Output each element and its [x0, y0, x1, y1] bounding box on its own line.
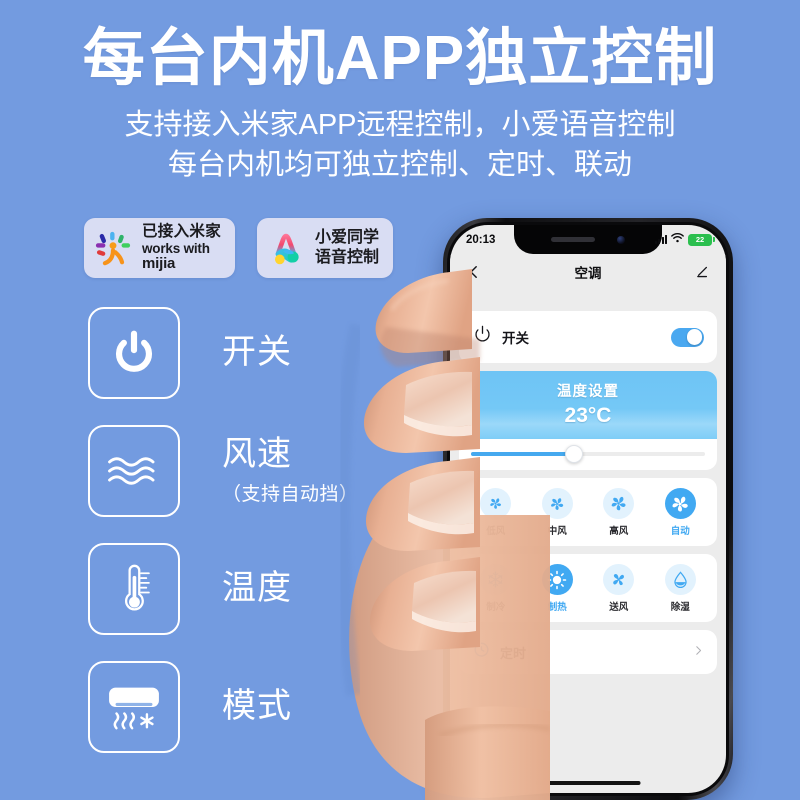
feature-fanspeed-note: （支持自动挡） — [222, 484, 359, 506]
hero-subtitle-line-1: 支持接入米家APP远程控制，小爱语音控制 — [124, 108, 676, 141]
app-content: 开关 温度设置 23°C 低风 中风 高风 自动 制冷 制热 送风 除湿 定时 — [450, 311, 726, 674]
toggle-knob — [686, 329, 703, 345]
badge-xiaoai-line2: 语音控制 — [315, 249, 380, 266]
feature-mode: 模式 — [88, 657, 359, 757]
smartphone-mockup: 20:13 22 空调 开关 温度设置 23°C 低风 中风 高风 自动 制冷 … — [443, 218, 733, 800]
fan-high-icon — [603, 488, 635, 519]
feature-fanspeed-label: 风速 — [222, 434, 292, 473]
badge-mijia-en2: mijia — [142, 254, 176, 272]
compatibility-badges: 已接入米家 works with mijia 小爱同学 语音控制 — [84, 218, 394, 278]
timer-row[interactable]: 定时 — [459, 630, 717, 674]
mode-option-heat[interactable]: 制热 — [527, 564, 589, 613]
fan-speed-option-low[interactable]: 低风 — [465, 488, 527, 537]
page-title: 每台内机APP独立控制 — [82, 24, 718, 93]
feature-power-label: 开关 — [222, 333, 292, 372]
timer-label: 定时 — [500, 645, 527, 661]
mode-option-fan[interactable]: 送风 — [588, 564, 650, 613]
fan-speed-label-low: 低风 — [486, 526, 506, 537]
temperature-slider-wrap — [459, 439, 717, 470]
app-title: 空调 — [574, 265, 602, 281]
slider-fill — [471, 452, 574, 456]
status-bar: 20:13 22 — [450, 225, 726, 254]
fan-speed-card: 低风 中风 高风 自动 — [459, 478, 717, 546]
power-icon — [472, 324, 493, 350]
power-label: 开关 — [502, 331, 529, 346]
temperature-title: 温度设置 — [557, 384, 619, 400]
mode-option-dry[interactable]: 除湿 — [650, 564, 712, 613]
power-toggle[interactable] — [671, 327, 704, 347]
fan-speed-option-mid[interactable]: 中风 — [527, 488, 589, 537]
mode-option-cool[interactable]: 制冷 — [465, 564, 527, 613]
temperature-card: 温度设置 23°C — [459, 371, 717, 470]
phone-screen: 20:13 22 空调 开关 温度设置 23°C 低风 中风 高风 自动 制冷 … — [450, 225, 726, 793]
fan-speed-option-auto[interactable]: 自动 — [650, 488, 712, 537]
fan-blade-icon — [603, 564, 635, 595]
badge-xiaoai-text: 小爱同学 语音控制 — [315, 228, 379, 269]
hero-subtitle-line-2: 每台内机均可独立控制、定时、联动 — [167, 148, 632, 181]
status-indicators: 22 — [654, 233, 715, 246]
wind-waves-icon — [88, 425, 180, 517]
feature-fanspeed: 风速 （支持自动挡） — [88, 421, 359, 521]
sun-icon — [541, 564, 573, 595]
home-indicator — [535, 780, 641, 785]
badge-xiaoai-line1: 小爱同学 — [315, 228, 380, 246]
power-row[interactable]: 开关 — [459, 311, 717, 363]
power-card: 开关 — [459, 311, 717, 363]
temperature-display: 温度设置 23°C — [459, 371, 717, 439]
feature-temperature-label: 温度 — [222, 569, 292, 608]
app-nav-bar: 空调 — [450, 254, 726, 289]
fan-speed-label-mid: 中风 — [547, 526, 567, 537]
fan-auto-icon — [664, 488, 696, 519]
temperature-value: 23°C — [564, 404, 612, 427]
snowflake-icon — [480, 564, 512, 595]
battery-icon: 22 — [688, 233, 715, 246]
feature-power: 开关 — [88, 303, 359, 403]
xiaoai-logo-icon — [267, 229, 305, 267]
phone-body: 20:13 22 空调 开关 温度设置 23°C 低风 中风 高风 自动 制冷 … — [443, 218, 733, 800]
mode-options: 制冷 制热 送风 除湿 — [459, 554, 717, 622]
slider-knob[interactable] — [564, 445, 583, 463]
ac-unit-icon — [88, 661, 180, 753]
fan-mid-icon — [541, 488, 573, 519]
feature-list: 开关 风速 （支持自动挡） 温度 模式 — [88, 303, 359, 775]
timer-clock-icon — [472, 640, 491, 664]
badge-mijia-cn: 已接入米家 — [142, 223, 222, 241]
mode-label-dry: 除湿 — [670, 602, 690, 613]
fan-low-icon — [480, 488, 512, 519]
water-drop-icon — [664, 564, 696, 595]
thermometer-icon — [88, 543, 180, 635]
wifi-icon — [671, 233, 684, 246]
hero-section: 每台内机APP独立控制 支持接入米家APP远程控制，小爱语音控制 每台内机均可独… — [0, 0, 800, 185]
mode-label-heat: 制热 — [547, 602, 567, 613]
badge-xiaoai: 小爱同学 语音控制 — [257, 218, 394, 278]
badge-mijia-text: 已接入米家 works with mijia — [142, 223, 221, 272]
mode-label-cool: 制冷 — [486, 602, 506, 613]
power-icon — [88, 307, 180, 399]
temperature-slider[interactable] — [471, 445, 705, 463]
fan-speed-options: 低风 中风 高风 自动 — [459, 478, 717, 546]
signal-bars-icon — [654, 234, 667, 244]
battery-level: 22 — [695, 235, 705, 244]
fan-speed-option-high[interactable]: 高风 — [588, 488, 650, 537]
badge-mijia-en1: works with — [142, 240, 210, 256]
feature-temperature: 温度 — [88, 539, 359, 639]
mode-card: 制冷 制热 送风 除湿 — [459, 554, 717, 622]
chevron-right-icon[interactable] — [693, 643, 704, 661]
edit-pencil-icon[interactable] — [692, 262, 712, 282]
fan-speed-label-high: 高风 — [609, 526, 629, 537]
mijia-logo-icon — [94, 229, 132, 267]
mode-label-fan: 送风 — [609, 602, 629, 613]
status-time: 20:13 — [466, 233, 496, 246]
chevron-left-icon[interactable] — [464, 262, 484, 282]
badge-mijia: 已接入米家 works with mijia — [84, 218, 236, 278]
feature-mode-label: 模式 — [222, 687, 292, 726]
timer-card: 定时 — [459, 630, 717, 674]
fan-speed-label-auto: 自动 — [670, 526, 690, 537]
